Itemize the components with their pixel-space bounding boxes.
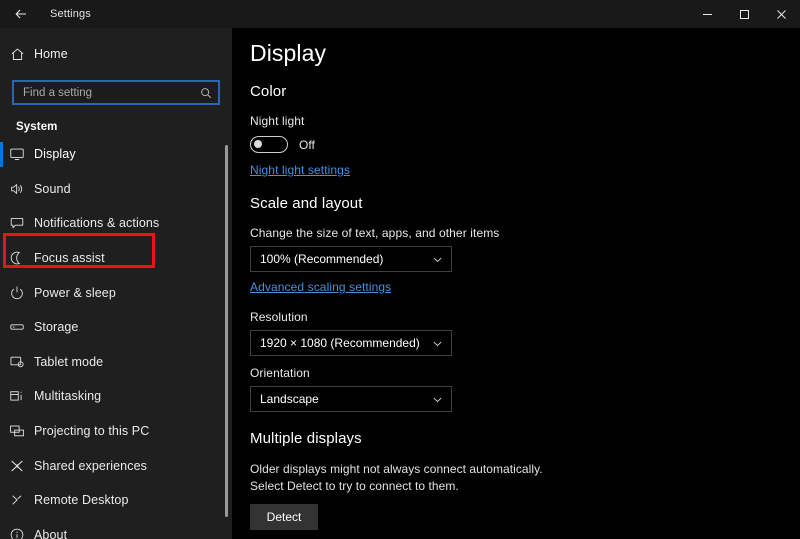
- window-title: Settings: [50, 8, 91, 20]
- sidebar-item-storage[interactable]: Storage: [0, 310, 232, 345]
- sidebar-item-shared-experiences-label: Shared experiences: [34, 458, 147, 473]
- section-heading-multiple-displays: Multiple displays: [250, 430, 362, 447]
- sidebar-item-focus-assist-label: Focus assist: [34, 251, 105, 266]
- close-button[interactable]: [763, 0, 800, 28]
- sidebar-item-power-and-sleep-label: Power & sleep: [34, 285, 116, 300]
- sidebar-item-multitasking[interactable]: Multitasking: [0, 379, 232, 414]
- night-light-toggle-row: Off: [250, 136, 800, 153]
- detect-button[interactable]: Detect: [250, 504, 318, 530]
- back-button[interactable]: [0, 0, 42, 28]
- toggle-knob: [254, 140, 262, 148]
- chevron-down-icon: [432, 394, 443, 405]
- monitor-icon: [0, 146, 34, 162]
- selection-accent-bar: [0, 142, 3, 167]
- night-light-settings-link[interactable]: Night light settings: [250, 163, 350, 177]
- sidebar-nav-list: Display Sound Notifications & actions Fo…: [0, 137, 232, 539]
- search-input[interactable]: [23, 86, 200, 99]
- window-controls: [689, 0, 800, 28]
- shared-experiences-icon: [0, 458, 34, 474]
- orientation-dropdown-value: Landscape: [260, 392, 319, 406]
- resolution-dropdown-value: 1920 × 1080 (Recommended): [260, 336, 420, 350]
- multiple-displays-description: Older displays might not always connect …: [250, 462, 543, 493]
- back-arrow-icon: [14, 7, 28, 21]
- resolution-dropdown[interactable]: 1920 × 1080 (Recommended): [250, 330, 452, 356]
- orientation-label: Orientation: [250, 366, 310, 380]
- night-light-label: Night light: [250, 114, 305, 128]
- advanced-scaling-settings-link[interactable]: Advanced scaling settings: [250, 280, 391, 294]
- night-light-toggle[interactable]: [250, 136, 288, 153]
- tablet-icon: [0, 354, 34, 370]
- close-icon: [776, 9, 787, 20]
- notification-bubble-icon: [0, 215, 34, 231]
- sidebar-item-focus-assist[interactable]: Focus assist: [0, 241, 232, 276]
- page-title: Display: [250, 40, 327, 66]
- storage-icon: [0, 319, 34, 335]
- sidebar-item-notifications-and-actions-label: Notifications & actions: [34, 216, 160, 231]
- sidebar-group-title: System: [16, 121, 58, 133]
- title-bar: Settings: [0, 0, 800, 28]
- sidebar-item-remote-desktop[interactable]: Remote Desktop: [0, 483, 232, 518]
- sidebar-item-shared-experiences[interactable]: Shared experiences: [0, 448, 232, 483]
- sidebar-item-sound[interactable]: Sound: [0, 172, 232, 207]
- minimize-icon: [702, 9, 713, 20]
- sidebar-scrollbar-thumb[interactable]: [225, 145, 228, 517]
- sidebar-item-notifications-and-actions[interactable]: Notifications & actions: [0, 206, 232, 241]
- sidebar-item-home-label: Home: [34, 47, 68, 61]
- section-heading-scale-and-layout: Scale and layout: [250, 195, 363, 212]
- remote-desktop-icon: [0, 492, 34, 508]
- search-box[interactable]: [12, 80, 220, 105]
- projecting-icon: [0, 423, 34, 439]
- scale-label: Change the size of text, apps, and other…: [250, 226, 500, 240]
- sidebar-item-storage-label: Storage: [34, 320, 79, 335]
- minimize-button[interactable]: [689, 0, 726, 28]
- speaker-icon: [0, 181, 34, 197]
- search-icon[interactable]: [200, 87, 212, 99]
- sidebar-item-display[interactable]: Display: [0, 137, 232, 172]
- chevron-down-icon: [432, 338, 443, 349]
- sidebar-item-projecting-to-this-pc[interactable]: Projecting to this PC: [0, 414, 232, 449]
- maximize-icon: [739, 9, 750, 20]
- main-content: Display Color Night light Off Night ligh…: [232, 28, 800, 539]
- sidebar: Home System: [0, 28, 232, 539]
- sidebar-item-sound-label: Sound: [34, 181, 71, 196]
- sidebar-item-about-label: About: [34, 527, 68, 539]
- settings-window: Settings Home Find a setting System Disp…: [0, 0, 800, 539]
- sidebar-item-tablet-mode[interactable]: Tablet mode: [0, 345, 232, 380]
- maximize-button[interactable]: [726, 0, 763, 28]
- moon-icon: [0, 250, 34, 266]
- resolution-label: Resolution: [250, 310, 308, 324]
- sidebar-item-home[interactable]: Home: [0, 39, 232, 69]
- section-heading-color: Color: [250, 83, 287, 100]
- sidebar-item-multitasking-label: Multitasking: [34, 389, 102, 404]
- title-bar-drag-region: [91, 0, 689, 28]
- multitasking-icon: [0, 388, 34, 404]
- power-icon: [0, 285, 34, 301]
- home-icon: [0, 47, 34, 62]
- scale-dropdown-value: 100% (Recommended): [260, 252, 384, 266]
- info-icon: [0, 527, 34, 539]
- sidebar-item-about[interactable]: About: [0, 518, 232, 539]
- sidebar-item-tablet-mode-label: Tablet mode: [34, 354, 104, 369]
- sidebar-item-display-label: Display: [34, 147, 76, 162]
- search-container: [12, 80, 220, 105]
- sidebar-item-projecting-to-this-pc-label: Projecting to this PC: [34, 424, 150, 439]
- night-light-state: Off: [299, 137, 315, 152]
- chevron-down-icon: [432, 254, 443, 265]
- sidebar-item-power-and-sleep[interactable]: Power & sleep: [0, 275, 232, 310]
- orientation-dropdown[interactable]: Landscape: [250, 386, 452, 412]
- scale-dropdown[interactable]: 100% (Recommended): [250, 246, 452, 272]
- sidebar-item-remote-desktop-label: Remote Desktop: [34, 493, 129, 508]
- title-bar-left: Settings: [0, 0, 91, 28]
